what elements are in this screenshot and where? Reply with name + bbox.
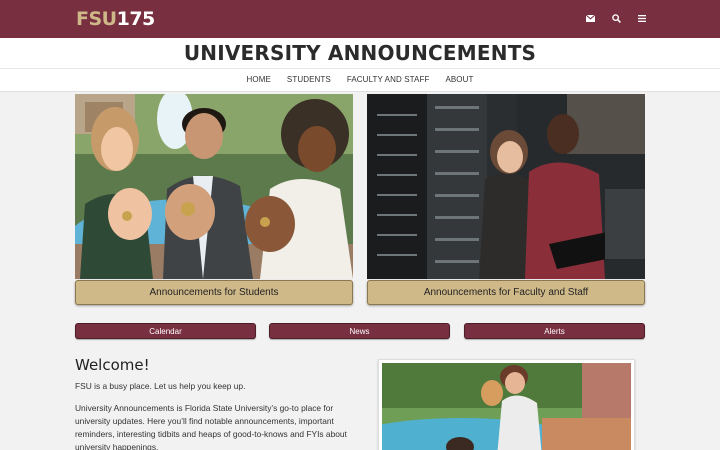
students-card: Announcements for Students [75,94,353,305]
news-button[interactable]: News [269,323,450,339]
faculty-photo[interactable] [367,94,645,279]
students-photo[interactable] [75,94,353,279]
mail-icon[interactable] [584,11,596,25]
nav-item-faculty-and-staff[interactable]: FACULTY AND STAFF [339,75,438,84]
welcome-body: University Announcements is Florida Stat… [75,403,347,450]
logo-fsu-text: FSU [76,8,117,30]
search-icon[interactable] [610,11,622,25]
header-icons [584,11,648,25]
faculty-staff-announcements-button[interactable]: Announcements for Faculty and Staff [367,280,645,305]
nav-item-about[interactable]: ABOUT [437,75,481,84]
nav-item-home[interactable]: HOME [239,75,279,84]
fsu-175-logo[interactable]: FSU 175 [76,9,155,29]
menu-icon[interactable] [636,11,648,25]
faculty-card: Announcements for Faculty and Staff [367,94,645,305]
calendar-button[interactable]: Calendar [75,323,256,339]
main-nav: HOME STUDENTS FACULTY AND STAFF ABOUT [0,75,720,84]
page-title: UNIVERSITY ANNOUNCEMENTS [183,41,537,65]
students-announcements-button[interactable]: Announcements for Students [75,280,353,305]
logo-175-text: 175 [116,8,156,30]
nav-item-students[interactable]: STUDENTS [279,75,339,84]
students-fountain-photo [342,359,635,450]
welcome-heading: Welcome! [75,356,150,374]
alerts-button[interactable]: Alerts [464,323,645,339]
welcome-intro: FSU is a busy place. Let us help you kee… [75,381,246,391]
quick-links: Calendar News Alerts [75,323,645,339]
